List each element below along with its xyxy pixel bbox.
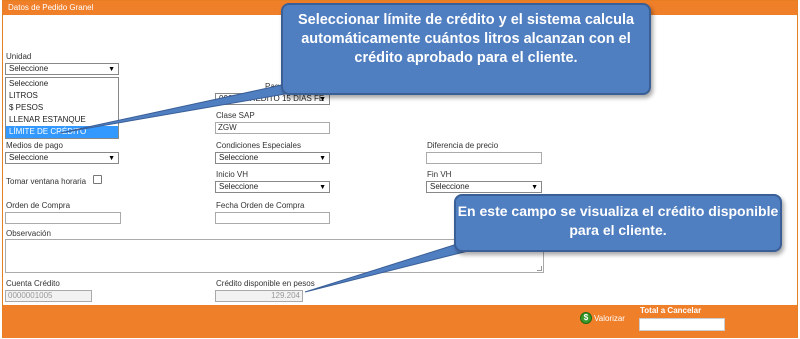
credito-disponible-field: 129.204 xyxy=(215,290,303,302)
chevron-down-icon: ▼ xyxy=(319,184,326,191)
fecha-orden-compra-field[interactable] xyxy=(215,212,330,224)
total-cancelar-field[interactable] xyxy=(639,318,725,331)
clase-sap-label: Clase SAP xyxy=(216,111,255,120)
credito-disponible-label: Crédito disponible en pesos xyxy=(216,279,315,288)
chevron-down-icon: ▼ xyxy=(319,96,326,103)
chevron-down-icon: ▼ xyxy=(108,66,115,73)
unidad-option[interactable]: Seleccione xyxy=(6,78,118,90)
cuenta-credito-label: Cuenta Crédito xyxy=(6,279,60,288)
inicio-vh-select[interactable]: Seleccione ▼ xyxy=(215,181,330,193)
fecha-orden-compra-label: Fecha Orden de Compra xyxy=(216,201,305,210)
unidad-option[interactable]: $ PESOS xyxy=(6,102,118,114)
inicio-vh-value: Seleccione xyxy=(219,182,259,191)
medios-pago-value: Seleccione xyxy=(9,153,49,162)
fin-vh-value: Seleccione xyxy=(430,182,470,191)
observacion-label: Observación xyxy=(6,229,51,238)
cuenta-credito-field: 0000001005 xyxy=(5,290,92,302)
clase-sap-field[interactable]: ZGW xyxy=(215,122,330,134)
valorizar-label: Valorizar xyxy=(594,313,625,323)
resize-grip-icon[interactable] xyxy=(537,266,542,271)
callout-credit-limit: Seleccionar límite de crédito y el siste… xyxy=(281,3,651,95)
unidad-option[interactable]: LITROS xyxy=(6,90,118,102)
medios-pago-select[interactable]: Seleccione ▼ xyxy=(5,152,119,164)
condiciones-especiales-label: Condiciones Especiales xyxy=(216,141,301,150)
condiciones-especiales-value: Seleccione xyxy=(219,153,259,162)
orden-compra-label: Orden de Compra xyxy=(6,201,71,210)
orden-compra-field[interactable] xyxy=(5,212,121,224)
unidad-select[interactable]: Seleccione ▼ xyxy=(5,63,119,75)
medios-pago-label: Medios de pago xyxy=(6,141,63,150)
panel-title: Datos de Pedido Granel xyxy=(8,3,94,12)
chevron-down-icon: ▼ xyxy=(531,184,538,191)
fin-vh-label: Fin VH xyxy=(427,170,452,179)
tomar-ventana-label: Tomar ventana horaria xyxy=(6,177,87,186)
total-cancelar-label: Total a Cancelar xyxy=(640,306,702,315)
callout-available-credit: En este campo se visualiza el crédito di… xyxy=(454,194,782,252)
unidad-dropdown-list: Seleccione LITROS $ PESOS LLENAR ESTANQU… xyxy=(5,77,119,139)
unidad-option-highlighted[interactable]: LÍMITE DE CRÉDITO xyxy=(6,126,118,138)
dollar-coin-icon: $ xyxy=(580,312,592,324)
inicio-vh-label: Inicio VH xyxy=(216,170,249,179)
condiciones-especiales-select[interactable]: Seleccione ▼ xyxy=(215,152,330,164)
chevron-down-icon: ▼ xyxy=(319,155,326,162)
fin-vh-select[interactable]: Seleccione ▼ xyxy=(426,181,542,193)
chevron-down-icon: ▼ xyxy=(108,155,115,162)
unidad-label: Unidad xyxy=(6,52,32,61)
callout-available-credit-text: En este campo se visualiza el crédito di… xyxy=(457,203,779,238)
tomar-ventana-checkbox[interactable] xyxy=(93,175,102,184)
unidad-select-value: Seleccione xyxy=(9,64,49,73)
callout-credit-limit-text: Seleccionar límite de crédito y el siste… xyxy=(297,12,635,66)
diferencia-precio-field[interactable] xyxy=(426,152,542,164)
condicion-pago-value: 0065 - CRÉDITO 15 DÍAS FE xyxy=(219,94,325,103)
diferencia-precio-label: Diferencia de precio xyxy=(427,141,499,150)
valorizar-button[interactable]: $ Valorizar xyxy=(580,312,625,324)
unidad-option[interactable]: LLENAR ESTANQUE xyxy=(6,114,118,126)
